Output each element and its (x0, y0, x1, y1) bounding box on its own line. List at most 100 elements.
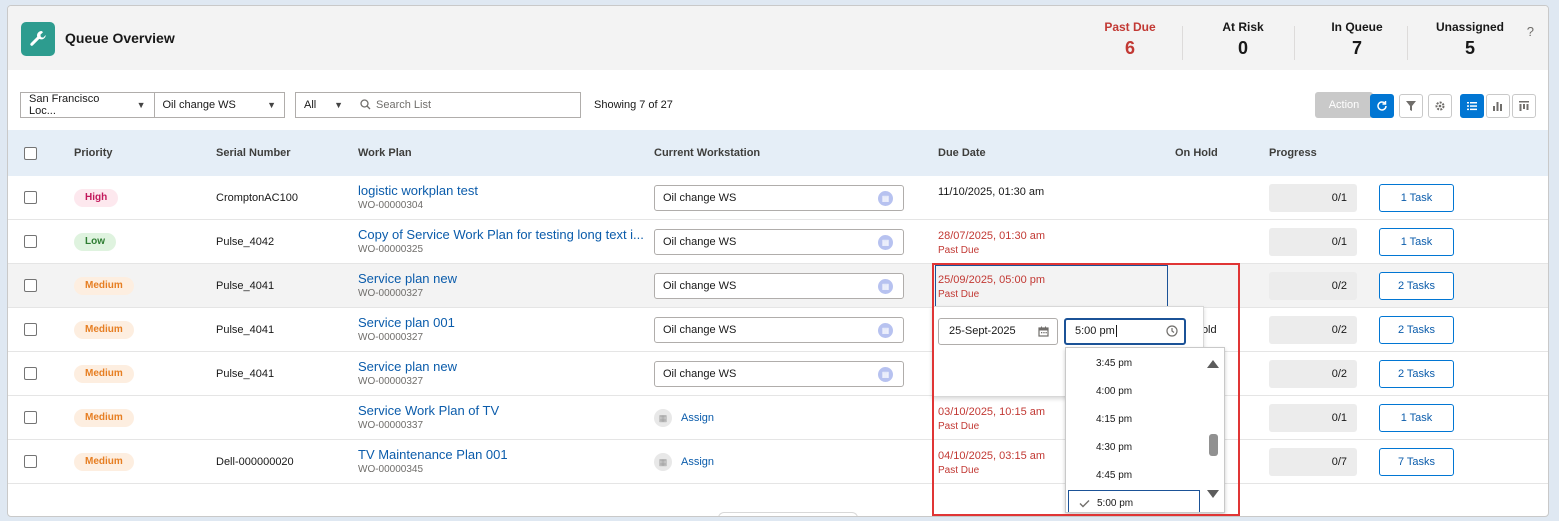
search-input[interactable] (351, 92, 581, 118)
serial-number: CromptonAC100 (216, 192, 298, 204)
pagination-tab[interactable] (718, 512, 858, 516)
serial-number: Pulse_4042 (216, 236, 275, 248)
table-row[interactable]: Medium Dell-000000020 TV Maintenance Pla… (8, 440, 1548, 484)
kpi-value: 7 (1351, 38, 1362, 58)
board-view-button[interactable] (1512, 94, 1536, 118)
scope-value: All (304, 99, 317, 111)
column-header[interactable]: Priority (74, 147, 113, 159)
work-plan-link[interactable]: Copy of Service Work Plan for testing lo… (358, 227, 644, 242)
kanban-icon (1519, 101, 1529, 111)
workstation-value: Oil change WS (663, 368, 737, 380)
refresh-button[interactable] (1370, 94, 1394, 118)
kpi-value: 5 (1464, 38, 1475, 58)
workstation-icon[interactable]: ▦ (878, 191, 893, 206)
row-checkbox[interactable] (24, 279, 37, 292)
table-row[interactable]: Medium Pulse_4041 Service plan new WO-00… (8, 352, 1548, 396)
wrench-icon (21, 22, 55, 56)
column-header[interactable]: Progress (1269, 147, 1317, 159)
bar-chart-icon (1493, 102, 1502, 111)
work-plan-id: WO-00000304 (358, 200, 424, 211)
workstation-field[interactable]: Oil change WS ▦ (654, 317, 904, 343)
workstation-icon[interactable]: ▦ (878, 235, 893, 250)
row-checkbox[interactable] (24, 455, 37, 468)
workstation-value: Oil change WS (663, 324, 737, 336)
filter-group: San Francisco Loc... ▼ Oil change WS ▼ (20, 92, 285, 118)
tasks-button[interactable]: 2 Tasks (1379, 272, 1454, 300)
assign-link[interactable]: Assign (681, 412, 714, 424)
column-header[interactable]: Work Plan (358, 147, 412, 159)
help-icon[interactable]: ? (1527, 24, 1534, 39)
workstation-icon: ▦ (654, 453, 672, 471)
row-checkbox[interactable] (24, 411, 37, 424)
workstation-icon[interactable]: ▦ (878, 323, 893, 338)
chart-view-button[interactable] (1486, 94, 1510, 118)
workstation-icon[interactable]: ▦ (878, 367, 893, 382)
kpi-past-due[interactable]: Past Due 6 (1080, 20, 1180, 59)
tasks-button[interactable]: 1 Task (1379, 404, 1454, 432)
priority-badge: High (74, 189, 119, 207)
column-header[interactable]: Current Workstation (654, 147, 760, 159)
card-header: Queue Overview Past Due 6 At Risk 0 In Q… (8, 6, 1548, 70)
column-header[interactable]: Due Date (938, 147, 986, 159)
serial-number: Dell-000000020 (216, 456, 294, 468)
row-checkbox[interactable] (24, 191, 37, 204)
list-view-button[interactable] (1460, 94, 1484, 118)
select-all-checkbox[interactable] (24, 147, 37, 160)
tasks-button[interactable]: 2 Tasks (1379, 316, 1454, 344)
work-plan-link[interactable]: TV Maintenance Plan 001 (358, 447, 508, 462)
progress-bar: 0/1 (1269, 404, 1357, 432)
row-checkbox[interactable] (24, 323, 37, 336)
chevron-down-icon: ▼ (334, 100, 343, 110)
workstation-select[interactable]: Oil change WS ▼ (153, 93, 285, 117)
work-plan-link[interactable]: Service plan new (358, 359, 457, 374)
kpi-divider (1182, 26, 1183, 60)
chevron-down-icon: ▼ (136, 100, 146, 110)
scope-select[interactable]: All ▼ (295, 92, 352, 118)
location-value: San Francisco Loc... (29, 93, 100, 117)
list-view-icon (1467, 102, 1477, 111)
assign-link[interactable]: Assign (681, 456, 714, 468)
kpi-at-risk[interactable]: At Risk 0 (1193, 20, 1293, 59)
table-row[interactable]: Medium Service Work Plan of TV WO-000003… (8, 396, 1548, 440)
tasks-button[interactable]: 1 Task (1379, 228, 1454, 256)
kpi-divider (1407, 26, 1408, 60)
row-checkbox[interactable] (24, 367, 37, 380)
progress-bar: 0/2 (1269, 316, 1357, 344)
work-plan-id: WO-00000345 (358, 464, 424, 475)
due-date[interactable]: 28/07/2025, 01:30 am (938, 230, 1045, 242)
table-row[interactable]: Medium Pulse_4041 Service plan new WO-00… (8, 264, 1548, 308)
due-date[interactable]: 11/10/2025, 01:30 am (938, 186, 1044, 198)
action-button[interactable]: Action (1315, 92, 1373, 118)
table-row[interactable]: Low Pulse_4042 Copy of Service Work Plan… (8, 220, 1548, 264)
location-select[interactable]: San Francisco Loc... ▼ (21, 93, 154, 117)
tasks-button[interactable]: 7 Tasks (1379, 448, 1454, 476)
work-plan-link[interactable]: Service Work Plan of TV (358, 403, 499, 418)
work-plan-link[interactable]: logistic workplan test (358, 183, 478, 198)
work-plan-id: WO-00000325 (358, 244, 424, 255)
workstation-field[interactable]: Oil change WS ▦ (654, 273, 904, 299)
kpi-label: At Risk (1222, 20, 1264, 34)
workstation-field[interactable]: Oil change WS ▦ (654, 229, 904, 255)
kpi-in-queue[interactable]: In Queue 7 (1307, 20, 1407, 59)
column-header[interactable]: On Hold (1175, 147, 1218, 159)
column-header[interactable]: Serial Number (216, 147, 291, 159)
table-row[interactable]: Medium Pulse_4041 Service plan 001 WO-00… (8, 308, 1548, 352)
kpi-unassigned[interactable]: Unassigned 5 (1420, 20, 1520, 59)
settings-button[interactable] (1428, 94, 1452, 118)
refresh-icon (1377, 101, 1387, 111)
progress-bar: 0/2 (1269, 360, 1357, 388)
work-plan-link[interactable]: Service plan new (358, 271, 457, 286)
workstation-icon[interactable]: ▦ (878, 279, 893, 294)
work-plan-link[interactable]: Service plan 001 (358, 315, 455, 330)
kpi-label: In Queue (1331, 20, 1383, 34)
filter-button[interactable] (1399, 94, 1423, 118)
tasks-button[interactable]: 1 Task (1379, 184, 1454, 212)
priority-badge: Medium (74, 277, 134, 295)
tasks-button[interactable]: 2 Tasks (1379, 360, 1454, 388)
table-row[interactable]: High CromptonAC100 logistic workplan tes… (8, 176, 1548, 220)
workstation-field[interactable]: Oil change WS ▦ (654, 361, 904, 387)
row-checkbox[interactable] (24, 235, 37, 248)
workstation-value: Oil change WS (663, 192, 737, 204)
annotation-highlight (932, 263, 1240, 516)
workstation-field[interactable]: Oil change WS ▦ (654, 185, 904, 211)
